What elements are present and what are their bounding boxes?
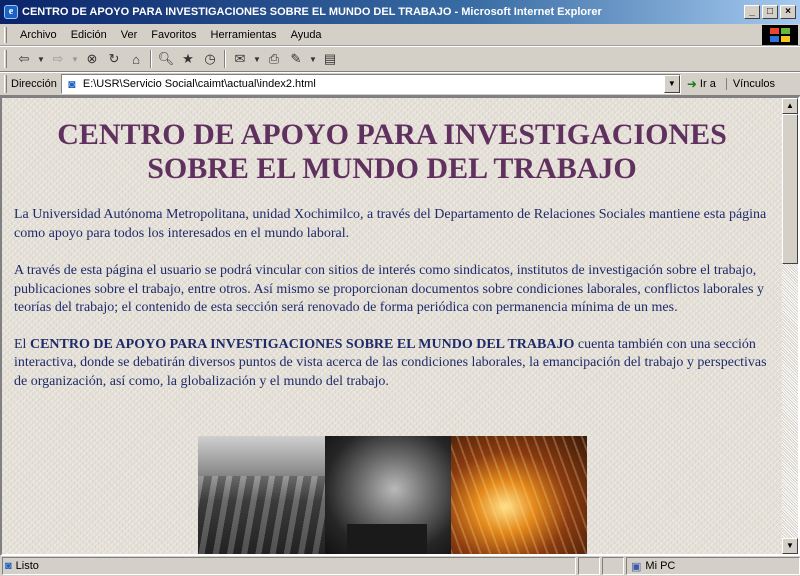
toolbar-separator bbox=[150, 50, 152, 68]
history-icon[interactable]: ◷ bbox=[199, 48, 221, 70]
toolbar-separator bbox=[224, 50, 226, 68]
paragraph3-prefix: El bbox=[14, 336, 30, 352]
status-main-pane: ◙ Listo bbox=[2, 557, 576, 575]
menu-edicion[interactable]: Edición bbox=[64, 29, 114, 41]
menu-herramientas[interactable]: Herramientas bbox=[204, 29, 284, 41]
stop-icon[interactable]: ⊗ bbox=[81, 48, 103, 70]
close-button[interactable]: × bbox=[780, 5, 796, 19]
windows-logo-icon bbox=[762, 25, 798, 45]
window-title: CENTRO DE APOYO PARA INVESTIGACIONES SOB… bbox=[22, 6, 602, 18]
print-icon[interactable]: ⎙ bbox=[263, 48, 285, 70]
menu-grip[interactable] bbox=[4, 26, 7, 43]
status-bar: ◙ Listo ▣ Mi PC bbox=[0, 556, 800, 576]
go-arrow-icon: ➜ bbox=[686, 77, 697, 91]
menu-ver[interactable]: Ver bbox=[114, 29, 145, 41]
browser-viewport: CENTRO DE APOYO PARA INVESTIGACIONES SOB… bbox=[0, 96, 800, 556]
mail-icon[interactable]: ✉ bbox=[229, 48, 251, 70]
zone-label: Mi PC bbox=[645, 560, 676, 572]
computer-icon: ▣ bbox=[631, 560, 642, 573]
window-controls: _ □ × bbox=[744, 5, 796, 19]
intro-paragraph: La Universidad Autónoma Metropolitana, u… bbox=[14, 207, 767, 241]
address-grip[interactable] bbox=[4, 75, 7, 93]
page-icon: ◙ bbox=[68, 77, 76, 91]
menu-bar: Archivo Edición Ver Favoritos Herramient… bbox=[0, 24, 800, 46]
menu-ayuda[interactable]: Ayuda bbox=[284, 29, 329, 41]
status-text: Listo bbox=[15, 560, 39, 572]
address-dropdown-icon[interactable]: ▼ bbox=[663, 75, 680, 93]
web-page: CENTRO DE APOYO PARA INVESTIGACIONES SOB… bbox=[2, 98, 782, 554]
menu-archivo[interactable]: Archivo bbox=[13, 29, 64, 41]
page-heading: CENTRO DE APOYO PARA INVESTIGACIONES SOB… bbox=[57, 118, 727, 185]
vertical-scrollbar[interactable]: ▲ ▼ bbox=[782, 98, 798, 554]
favorites-icon[interactable]: ★ bbox=[177, 48, 199, 70]
scroll-thumb[interactable] bbox=[782, 114, 798, 264]
links-paragraph: A través de esta página el usuario se po… bbox=[14, 263, 764, 315]
address-input[interactable] bbox=[82, 76, 664, 92]
refresh-icon[interactable]: ↻ bbox=[103, 48, 125, 70]
steel-foundry-photo bbox=[451, 436, 587, 554]
status-pane bbox=[578, 557, 600, 575]
window-title-bar[interactable]: e CENTRO DE APOYO PARA INVESTIGACIONES S… bbox=[0, 0, 800, 24]
address-bar: Dirección ◙ ▼ ➜ Ir a Vínculos bbox=[0, 72, 800, 96]
search-icon[interactable]: 🔍︎ bbox=[155, 48, 177, 70]
back-dropdown-icon[interactable]: ▼ bbox=[35, 48, 47, 70]
page-done-icon: ◙ bbox=[5, 560, 12, 572]
home-icon[interactable]: ⌂ bbox=[125, 48, 147, 70]
forward-icon[interactable]: ⇨ bbox=[47, 48, 69, 70]
internet-explorer-icon: e bbox=[4, 5, 18, 19]
toolbar-grip[interactable] bbox=[4, 50, 7, 68]
edit-dropdown-icon[interactable]: ▼ bbox=[307, 48, 319, 70]
edit-icon[interactable]: ✎ bbox=[285, 48, 307, 70]
address-field[interactable]: ◙ ▼ bbox=[60, 74, 681, 94]
forward-dropdown-icon[interactable]: ▼ bbox=[69, 48, 81, 70]
worker-portrait-photo bbox=[325, 436, 451, 554]
minimize-button[interactable]: _ bbox=[744, 5, 760, 19]
interactive-paragraph: El CENTRO DE APOYO PARA INVESTIGACIONES … bbox=[2, 336, 782, 392]
standard-toolbar: ⇦ ▼ ⇨ ▼ ⊗ ↻ ⌂ 🔍︎ ★ ◷ ✉ ▼ ⎙ ✎ ▼ ▤ bbox=[0, 46, 800, 72]
links-button[interactable]: Vínculos bbox=[725, 78, 775, 90]
mail-dropdown-icon[interactable]: ▼ bbox=[251, 48, 263, 70]
menu-favoritos[interactable]: Favoritos bbox=[144, 29, 203, 41]
scroll-up-icon[interactable]: ▲ bbox=[782, 98, 798, 114]
security-zone-pane: ▣ Mi PC bbox=[626, 557, 800, 575]
status-pane bbox=[602, 557, 624, 575]
discuss-icon[interactable]: ▤ bbox=[319, 48, 341, 70]
address-label: Dirección bbox=[11, 78, 57, 90]
factory-workers-photo bbox=[198, 436, 325, 554]
maximize-button[interactable]: □ bbox=[762, 5, 778, 19]
go-label: Ir a bbox=[699, 78, 716, 90]
workers-photo-collage bbox=[198, 436, 587, 554]
paragraph3-center-name: CENTRO DE APOYO PARA INVESTIGACIONES SOB… bbox=[29, 336, 575, 352]
back-icon[interactable]: ⇦ bbox=[13, 48, 35, 70]
go-button[interactable]: ➜ Ir a bbox=[687, 77, 716, 91]
scroll-down-icon[interactable]: ▼ bbox=[782, 538, 798, 554]
